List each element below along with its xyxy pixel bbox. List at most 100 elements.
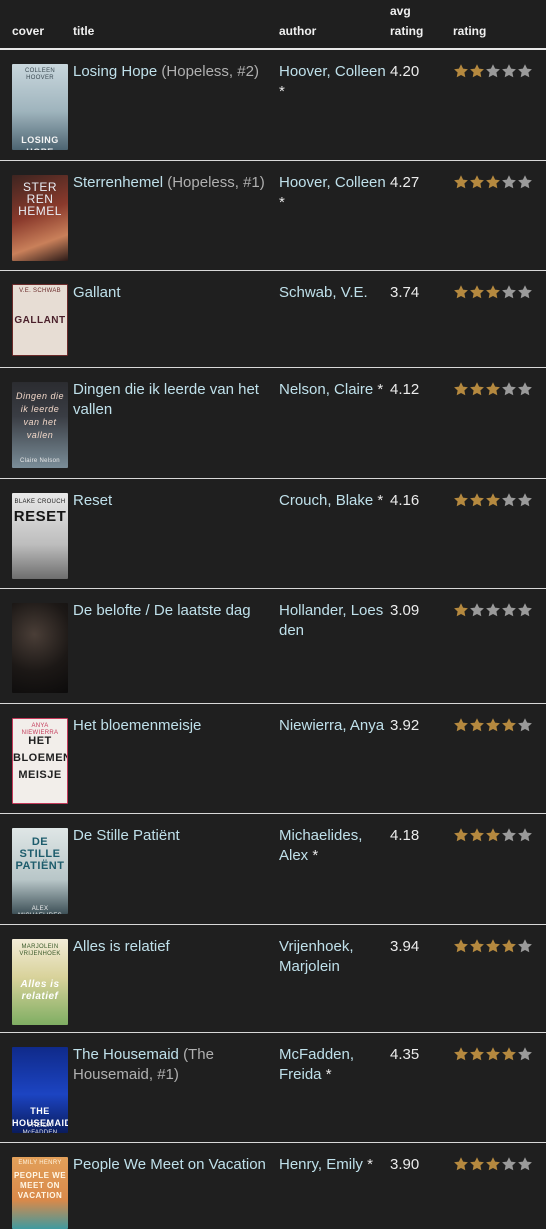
star-filled-icon[interactable] [485,1046,501,1062]
star-filled-icon[interactable] [469,63,485,79]
star-rating[interactable] [453,492,533,510]
star-filled-icon[interactable] [453,938,469,954]
star-filled-icon[interactable] [469,492,485,508]
star-filled-icon[interactable] [501,717,517,733]
book-author-link[interactable]: Hollander, Loes den [279,601,387,641]
book-cover[interactable]: THE HOUSEMAID FREIDA McFADDEN [12,1047,68,1133]
book-title-link[interactable]: Dingen die ik leerde van het vallen [73,380,273,420]
star-filled-icon[interactable] [469,827,485,843]
star-empty-icon[interactable] [501,284,517,300]
star-filled-icon[interactable] [485,717,501,733]
book-author-link[interactable]: Nelson, Claire * [279,380,387,400]
star-empty-icon[interactable] [517,1156,533,1172]
star-rating[interactable] [453,1156,533,1174]
star-empty-icon[interactable] [517,1046,533,1062]
star-filled-icon[interactable] [469,717,485,733]
book-cover[interactable]: ANYA NIEWIERRA HET BLOEMEN MEISJE [12,718,68,804]
book-author-link[interactable]: Henry, Emily * [279,1155,387,1175]
star-empty-icon[interactable] [501,602,517,618]
star-filled-icon[interactable] [453,63,469,79]
book-cover[interactable]: DE STILLE PATIËNT ALEX MICHAELIDES [12,828,68,914]
star-filled-icon[interactable] [485,174,501,190]
star-rating[interactable] [453,717,533,735]
star-filled-icon[interactable] [453,1046,469,1062]
star-filled-icon[interactable] [501,1046,517,1062]
star-filled-icon[interactable] [453,492,469,508]
book-title-link[interactable]: Gallant [73,283,273,303]
star-empty-icon[interactable] [517,284,533,300]
book-title-link[interactable]: De Stille Patiënt [73,826,273,846]
star-rating[interactable] [453,63,533,81]
book-title-link[interactable]: Losing Hope (Hopeless, #2) [73,62,273,82]
star-empty-icon[interactable] [517,63,533,79]
star-empty-icon[interactable] [469,602,485,618]
book-cover[interactable]: MARJOLEIN VRIJENHOEK Alles is relatief [12,939,68,1025]
book-cover[interactable]: Dingen die ik leerde van het vallen Clai… [12,382,68,468]
col-header-cover[interactable]: cover [12,24,44,39]
book-author-link[interactable]: Michaelides, Alex * [279,826,387,866]
book-author-link[interactable]: Crouch, Blake * [279,491,387,511]
star-filled-icon[interactable] [469,938,485,954]
star-rating[interactable] [453,1046,533,1064]
book-title-link[interactable]: De belofte / De laatste dag [73,601,273,621]
star-filled-icon[interactable] [485,827,501,843]
col-header-title[interactable]: title [73,24,94,39]
star-empty-icon[interactable] [501,63,517,79]
star-filled-icon[interactable] [485,1156,501,1172]
star-filled-icon[interactable] [453,1156,469,1172]
book-author-link[interactable]: McFadden, Freida * [279,1045,387,1085]
book-author-link[interactable]: Hoover, Colleen * [279,62,387,102]
col-header-author[interactable]: author [279,24,316,39]
star-empty-icon[interactable] [517,938,533,954]
book-cover[interactable]: STER REN HEMEL [12,175,68,261]
star-filled-icon[interactable] [485,381,501,397]
star-empty-icon[interactable] [517,381,533,397]
star-filled-icon[interactable] [469,1046,485,1062]
book-title-link[interactable]: People We Meet on Vacation [73,1155,273,1175]
star-filled-icon[interactable] [485,938,501,954]
book-author-link[interactable]: Niewierra, Anya [279,716,387,736]
col-header-avg-rating[interactable]: avg rating [390,4,423,39]
star-filled-icon[interactable] [453,827,469,843]
star-empty-icon[interactable] [501,827,517,843]
book-cover[interactable]: BLAKE CROUCH RESET [12,493,68,579]
star-filled-icon[interactable] [469,381,485,397]
star-empty-icon[interactable] [485,63,501,79]
star-empty-icon[interactable] [517,602,533,618]
star-filled-icon[interactable] [485,492,501,508]
star-empty-icon[interactable] [501,381,517,397]
star-empty-icon[interactable] [517,717,533,733]
book-author-link[interactable]: Hoover, Colleen * [279,173,387,213]
star-filled-icon[interactable] [469,174,485,190]
star-rating[interactable] [453,284,533,302]
book-cover[interactable]: V.E. SCHWAB GALLANT [12,284,68,356]
book-author-link[interactable]: Schwab, V.E. [279,283,387,303]
star-empty-icon[interactable] [517,827,533,843]
star-rating[interactable] [453,827,533,845]
col-header-rating[interactable]: rating [453,24,486,39]
star-empty-icon[interactable] [501,492,517,508]
book-title-link[interactable]: The Housemaid (The Housemaid, #1) [73,1045,273,1085]
star-filled-icon[interactable] [453,717,469,733]
star-filled-icon[interactable] [453,602,469,618]
book-title-link[interactable]: Sterrenhemel (Hopeless, #1) [73,173,273,193]
book-title-link[interactable]: Het bloemenmeisje [73,716,273,736]
book-cover[interactable]: EMILY HENRY PEOPLE WE MEET ON VACATION [12,1157,68,1229]
star-filled-icon[interactable] [485,284,501,300]
star-empty-icon[interactable] [501,174,517,190]
star-empty-icon[interactable] [517,492,533,508]
star-empty-icon[interactable] [517,174,533,190]
star-filled-icon[interactable] [453,381,469,397]
book-author-link[interactable]: Vrijenhoek, Marjolein [279,937,387,977]
star-rating[interactable] [453,938,533,956]
star-empty-icon[interactable] [485,602,501,618]
star-filled-icon[interactable] [453,174,469,190]
book-cover[interactable]: COLLEEN HOOVER LOSING HOPE [12,64,68,150]
star-filled-icon[interactable] [469,284,485,300]
star-filled-icon[interactable] [469,1156,485,1172]
star-rating[interactable] [453,174,533,192]
star-filled-icon[interactable] [501,938,517,954]
book-title-link[interactable]: Alles is relatief [73,937,273,957]
book-cover[interactable] [12,603,68,693]
book-title-link[interactable]: Reset [73,491,273,511]
